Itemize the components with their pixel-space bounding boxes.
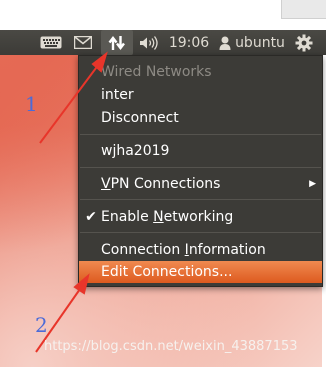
menu-separator [80, 134, 321, 135]
menu-item-vpn[interactable]: VPN Connections ▶ [79, 173, 322, 195]
network-menu: Wired Networks inter Disconnect wjha2019… [78, 55, 323, 287]
sound-indicator[interactable] [136, 30, 162, 55]
annotation-step-1: 1 [25, 92, 38, 116]
menu-separator [80, 232, 321, 233]
keyboard-icon [40, 36, 62, 49]
user-indicator[interactable]: ubuntu [216, 30, 288, 55]
mail-indicator[interactable] [70, 30, 96, 55]
submenu-arrow-icon: ▶ [309, 179, 316, 189]
menu-item-enable-networking[interactable]: ✔ Enable Networking [79, 206, 322, 228]
menu-item-enable-networking-label: Enable Networking [101, 209, 234, 225]
clock[interactable]: 19:06 [168, 30, 210, 55]
mail-icon [74, 36, 92, 49]
network-indicator[interactable] [101, 30, 133, 55]
annotation-step-2: 2 [35, 313, 48, 337]
checkmark-icon: ✔ [85, 209, 97, 225]
menu-item-wjha2019[interactable]: wjha2019 [79, 140, 322, 162]
gear-icon [295, 34, 313, 51]
menu-item-edit-connections[interactable]: Edit Connections... [79, 261, 322, 283]
top-panel: 19:06 ubuntu [0, 30, 326, 55]
network-updown-icon [108, 35, 125, 50]
menu-item-inter[interactable]: inter [79, 84, 322, 106]
window-edge [281, 0, 326, 19]
session-indicator[interactable] [290, 30, 318, 55]
keyboard-indicator[interactable] [36, 30, 66, 55]
menu-item-vpn-label: VPN Connections [101, 176, 221, 192]
menu-item-connection-information[interactable]: Connection Information [79, 239, 322, 261]
menu-separator [80, 199, 321, 200]
watermark: https://blog.csdn.net/weixin_43887153 [44, 339, 298, 354]
menu-separator [80, 167, 321, 168]
menu-item-disconnect[interactable]: Disconnect [79, 107, 322, 129]
user-icon [219, 36, 231, 50]
window-strip [0, 0, 326, 30]
menu-header-wired: Wired Networks [101, 64, 212, 80]
speaker-icon [140, 35, 158, 50]
username: ubuntu [235, 34, 285, 51]
